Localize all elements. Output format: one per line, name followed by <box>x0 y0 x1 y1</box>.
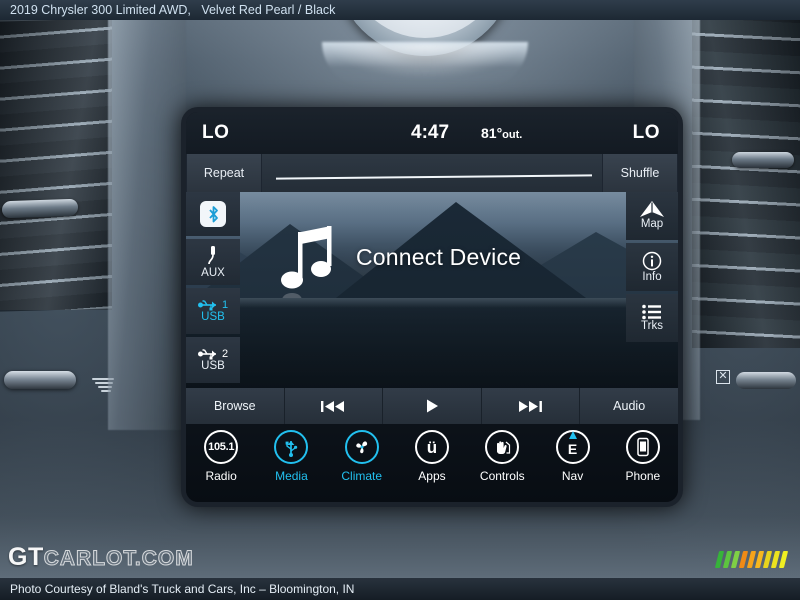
photo-courtesy-bar: Photo Courtesy of Bland's Truck and Cars… <box>0 578 800 600</box>
music-note-icon <box>281 226 332 298</box>
uconnect-glyph: ü <box>426 437 438 457</box>
playback-control-row: Repeat Shuffle <box>186 154 678 192</box>
previous-track-icon <box>321 400 345 412</box>
source-usb-2-label: USB <box>201 359 225 372</box>
tool-map-label: Map <box>640 218 664 231</box>
passenger-temp-readout[interactable]: LO <box>633 122 660 144</box>
menu-item-nav-label: Nav <box>561 469 584 483</box>
usb-1-badge: 1 <box>221 298 229 311</box>
right-vent-knob-upper <box>732 152 794 168</box>
now-playing-area[interactable]: Connect Device <box>186 192 678 388</box>
menu-item-apps-label: Apps <box>418 469 446 483</box>
connect-device-message: Connect Device <box>356 244 522 270</box>
usb-2-badge: 2 <box>221 347 229 360</box>
menu-item-radio-label: Radio <box>205 469 237 483</box>
gtcarlot-watermark: GTCARLOT.COM <box>8 543 194 572</box>
next-track-button[interactable] <box>481 388 581 424</box>
list-icon <box>642 304 661 320</box>
bluetooth-icon <box>200 201 226 227</box>
menu-item-radio[interactable]: 105.1 Radio <box>192 430 250 483</box>
outside-temp-value: 81° <box>481 125 503 141</box>
repeat-button[interactable]: Repeat <box>186 154 262 192</box>
track-progress[interactable] <box>262 154 602 192</box>
hand-controls-icon <box>485 430 520 464</box>
source-aux-label: AUX <box>201 266 225 279</box>
source-usb-2[interactable]: 2 USB <box>186 337 240 383</box>
status-bar: LO 4:47 81°out. LO <box>186 112 678 154</box>
dash-trim-left <box>108 0 186 430</box>
photo-courtesy-text: Photo Courtesy of Bland's Truck and Cars… <box>10 582 355 596</box>
tool-tracks[interactable]: Trks <box>626 294 678 342</box>
usb-icon <box>274 430 309 464</box>
next-track-icon <box>518 400 542 412</box>
menu-item-controls-label: Controls <box>479 469 525 483</box>
watermark-bold: GT <box>8 543 44 571</box>
vehicle-colors: Velvet Red Pearl / Black <box>201 3 336 17</box>
fan-icon <box>344 430 379 464</box>
menu-item-climate-label: Climate <box>341 469 383 483</box>
clock-readout: 4:47 <box>411 122 450 143</box>
map-arrow-icon <box>640 201 664 218</box>
right-vent-knob-lower <box>736 372 796 389</box>
left-vent-knob-lower <box>4 371 76 389</box>
usb-icon <box>197 300 216 311</box>
menu-item-media[interactable]: Media <box>262 430 320 483</box>
watermark-outline: CARLOT.COM <box>43 547 194 571</box>
tool-tracks-label: Trks <box>641 319 663 332</box>
radio-frequency-icon: 105.1 <box>204 430 239 464</box>
audio-button[interactable]: Audio <box>580 388 678 424</box>
listing-title-bar: 2019 Chrysler 300 Limited AWD, Velvet Re… <box>0 0 800 20</box>
infotainment-screen[interactable]: LO 4:47 81°out. LO Repeat Shuffle Connec… <box>186 112 678 502</box>
previous-track-button[interactable] <box>284 388 384 424</box>
main-menu-bar: 105.1 Radio Media Climate ü Apps Control… <box>186 424 678 502</box>
menu-item-nav[interactable]: E Nav <box>544 430 602 483</box>
shuffle-button[interactable]: Shuffle <box>602 154 678 192</box>
source-usb-1-label: USB <box>201 310 225 323</box>
clock-glare <box>330 44 520 78</box>
source-usb-1[interactable]: 1 USB <box>186 288 240 334</box>
browse-button[interactable]: Browse <box>186 388 285 424</box>
tool-info-label: Info <box>642 270 662 283</box>
compass-direction: E <box>567 441 578 457</box>
compass-icon: E <box>555 430 590 464</box>
play-icon <box>426 399 438 413</box>
vehicle-title: 2019 Chrysler 300 Limited AWD, <box>10 3 191 17</box>
usb-icon <box>197 349 216 360</box>
info-circle-icon <box>642 251 662 270</box>
left-vent-shading <box>0 20 112 310</box>
transport-bar: Browse Audio <box>186 388 678 424</box>
uconnect-icon: ü <box>414 430 449 464</box>
outside-temp-label: out. <box>502 129 523 141</box>
menu-item-controls[interactable]: Controls <box>473 430 531 483</box>
progress-line <box>275 174 593 180</box>
source-bluetooth[interactable] <box>186 192 240 236</box>
close-vent-icon: ✕ <box>716 370 730 384</box>
outside-temperature: 81°out. <box>481 125 522 141</box>
left-vent-knob-upper <box>2 198 78 219</box>
menu-item-phone-label: Phone <box>625 469 661 483</box>
phone-icon <box>625 430 660 464</box>
menu-item-apps[interactable]: ü Apps <box>403 430 461 483</box>
play-button[interactable] <box>383 388 482 424</box>
menu-item-media-label: Media <box>275 469 308 483</box>
tool-info[interactable]: Info <box>626 243 678 291</box>
menu-item-phone[interactable]: Phone <box>614 430 672 483</box>
screenshot-root: 6 ✕ LO 4:47 81°out. LO Repeat Shu <box>0 0 800 600</box>
source-aux[interactable]: AUX <box>186 239 240 285</box>
source-selector[interactable]: AUX 1 USB 2 USB <box>186 192 240 388</box>
wallpaper-dim-overlay <box>186 192 678 388</box>
tool-map[interactable]: Map <box>626 192 678 240</box>
dealer-logo-icon <box>714 551 789 568</box>
menu-item-climate[interactable]: Climate <box>333 430 391 483</box>
driver-temp-readout[interactable]: LO <box>202 122 229 144</box>
radio-frequency-value: 105.1 <box>208 441 235 453</box>
right-vent-shading <box>692 18 800 348</box>
aux-jack-icon <box>208 245 215 264</box>
screen-tools[interactable]: Map Info Trks <box>626 192 678 388</box>
